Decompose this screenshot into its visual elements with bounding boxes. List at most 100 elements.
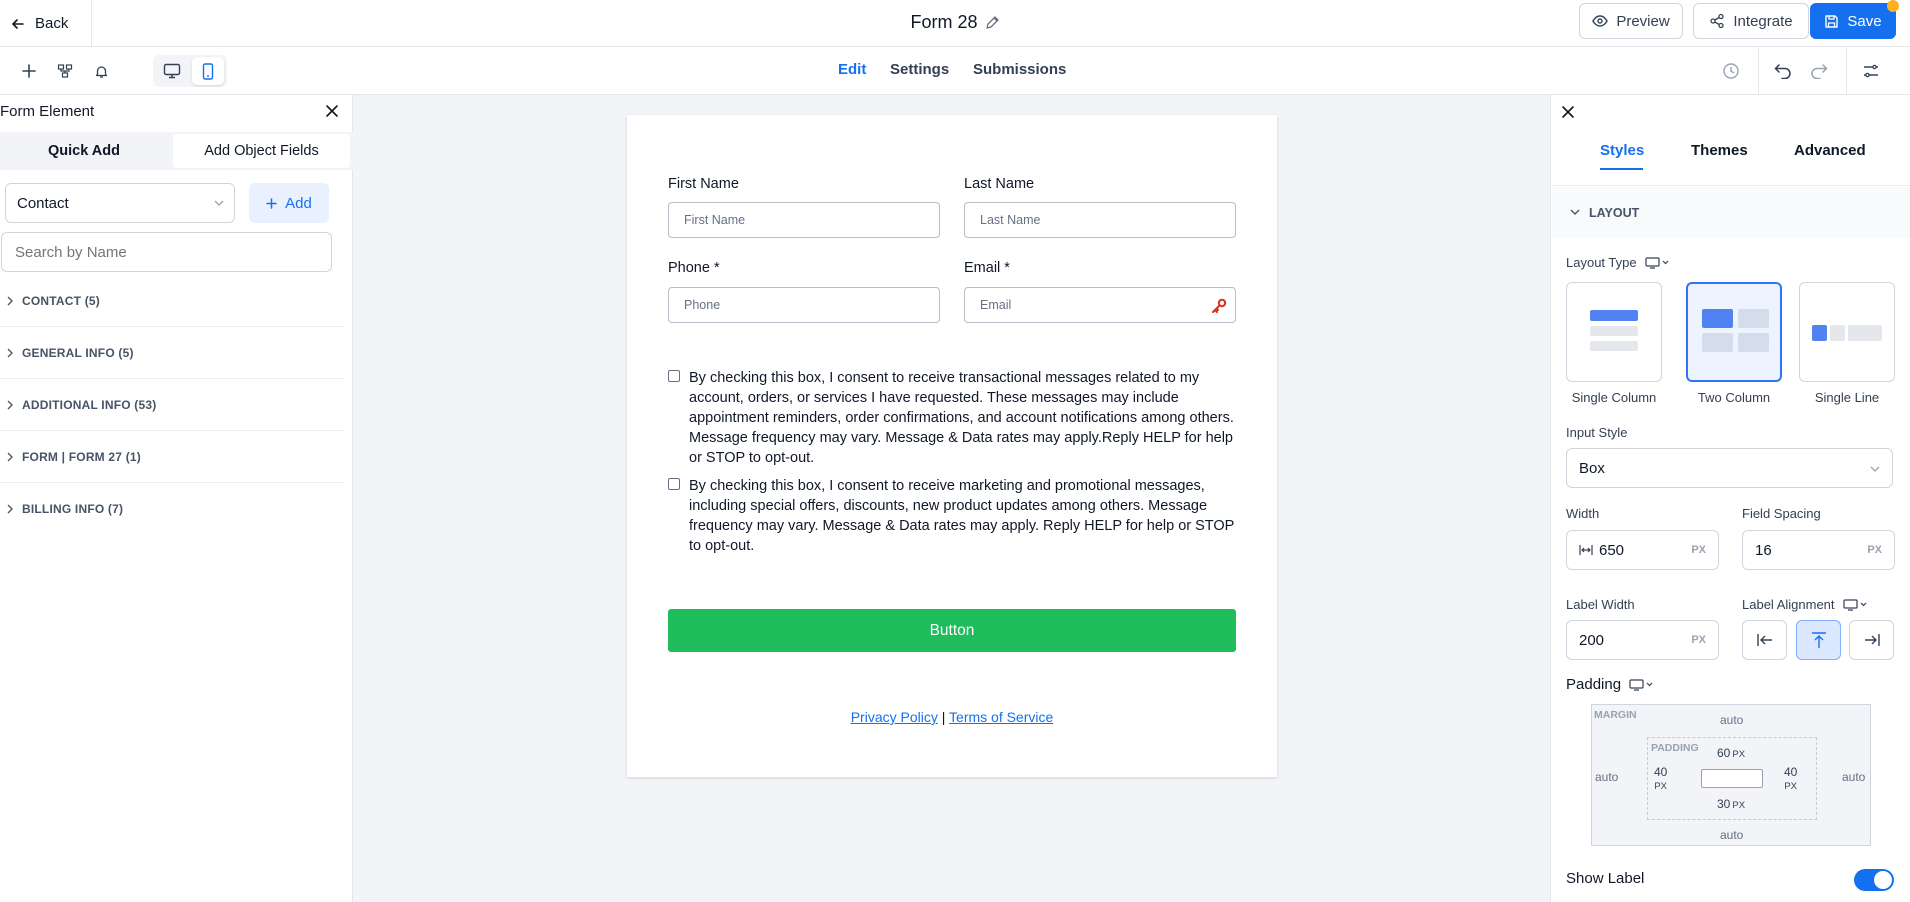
category-general-info[interactable]: GENERAL INFO (5) xyxy=(0,327,345,379)
padding-bottom-number: 30 xyxy=(1717,797,1731,811)
layout-preview-bar xyxy=(1738,309,1769,328)
terms-of-service-link[interactable]: Terms of Service xyxy=(949,709,1053,725)
tab-styles[interactable]: Styles xyxy=(1600,142,1644,159)
tab-settings[interactable]: Settings xyxy=(890,61,949,78)
margin-bottom-value[interactable]: auto xyxy=(1720,828,1743,842)
close-panel-icon[interactable] xyxy=(1561,105,1575,124)
phone-input[interactable]: Phone xyxy=(668,287,940,323)
label-width-input[interactable]: 200 PX xyxy=(1566,620,1719,660)
layout-preview-bar xyxy=(1590,326,1638,336)
chevron-right-icon xyxy=(7,400,13,409)
undo-icon[interactable] xyxy=(1769,57,1797,85)
margin-right-value[interactable]: auto xyxy=(1842,770,1865,784)
desktop-icon[interactable] xyxy=(1629,678,1653,691)
category-contact[interactable]: CONTACT (5) xyxy=(0,275,345,327)
preview-button[interactable]: Preview xyxy=(1579,3,1683,39)
layout-two-column-caption: Two Column xyxy=(1697,390,1771,405)
layout-single-column[interactable] xyxy=(1566,282,1662,382)
notification-dot xyxy=(1887,0,1899,12)
add-field-button[interactable]: Add xyxy=(249,183,329,223)
left-tabs: Quick Add Add Object Fields xyxy=(0,132,353,170)
mobile-icon xyxy=(202,62,214,80)
mobile-view-button[interactable] xyxy=(192,57,224,85)
desktop-view-button[interactable] xyxy=(156,57,188,85)
label-width-value: 200 xyxy=(1579,631,1605,649)
unit-label: PX xyxy=(1867,544,1882,556)
align-left-button[interactable] xyxy=(1742,620,1787,660)
preview-label: Preview xyxy=(1616,12,1670,30)
consent-transactional-checkbox[interactable] xyxy=(668,370,680,382)
layout-section-header[interactable]: LAYOUT xyxy=(1552,187,1910,238)
padding-right-value[interactable]: 40 PX xyxy=(1784,766,1797,793)
sub-toolbar: Edit Settings Submissions xyxy=(0,47,1910,95)
category-form-27[interactable]: FORM | FORM 27 (1) xyxy=(0,431,345,483)
layout-preview-bar xyxy=(1590,310,1638,321)
key-icon xyxy=(1212,298,1227,313)
layout-preview-bar xyxy=(1590,341,1638,351)
layout-single-line[interactable] xyxy=(1799,282,1895,382)
align-top-button[interactable] xyxy=(1796,620,1841,660)
width-value: 650 xyxy=(1599,541,1625,559)
desktop-icon xyxy=(163,63,181,79)
show-label-toggle[interactable] xyxy=(1854,869,1894,891)
consent-marketing-checkbox[interactable] xyxy=(668,478,680,490)
tab-submissions[interactable]: Submissions xyxy=(973,61,1066,78)
desktop-icon[interactable] xyxy=(1644,256,1669,269)
desktop-icon[interactable] xyxy=(1842,598,1867,611)
align-right-icon xyxy=(1864,634,1880,646)
field-spacing-input[interactable]: 16 PX xyxy=(1742,530,1895,570)
layers-icon[interactable] xyxy=(51,57,79,85)
object-select-value: Contact xyxy=(17,194,69,212)
email-input[interactable]: Email xyxy=(964,287,1236,323)
divider xyxy=(1551,185,1910,186)
align-right-button[interactable] xyxy=(1849,620,1894,660)
width-input[interactable]: 650 PX xyxy=(1566,530,1719,570)
bell-icon[interactable] xyxy=(87,57,115,85)
padding-left-value[interactable]: 40 PX xyxy=(1654,766,1667,793)
tab-themes[interactable]: Themes xyxy=(1691,142,1748,159)
unit-label: PX xyxy=(1691,544,1706,556)
divider xyxy=(1758,47,1759,95)
privacy-policy-link[interactable]: Privacy Policy xyxy=(851,709,938,725)
padding-text: Padding xyxy=(1566,676,1622,693)
input-style-select[interactable]: Box xyxy=(1566,448,1893,488)
category-additional-info[interactable]: ADDITIONAL INFO (53) xyxy=(0,379,345,431)
styles-panel: Styles Themes Advanced LAYOUT Layout Typ… xyxy=(1550,95,1910,902)
pencil-icon[interactable] xyxy=(984,15,1000,31)
unit-label: PX xyxy=(1654,781,1668,792)
tab-quick-add[interactable]: Quick Add xyxy=(0,132,168,170)
margin-left-value[interactable]: auto xyxy=(1595,770,1618,784)
divider xyxy=(1846,47,1847,95)
first-name-label: First Name xyxy=(668,176,739,192)
margin-box: MARGIN auto auto auto auto PADDING 60 PX … xyxy=(1591,704,1871,846)
layout-preview-bar xyxy=(1738,333,1769,352)
margin-caption: MARGIN xyxy=(1594,709,1637,721)
padding-label: Padding xyxy=(1566,676,1653,693)
padding-bottom-value[interactable]: 30 PX xyxy=(1717,797,1745,811)
input-style-value: Box xyxy=(1579,459,1605,477)
add-element-icon[interactable] xyxy=(15,57,43,85)
redo-icon[interactable] xyxy=(1805,57,1833,85)
first-name-input[interactable]: First Name xyxy=(668,202,940,238)
chevron-right-icon xyxy=(7,296,13,305)
plus-icon xyxy=(266,197,277,209)
integrate-button[interactable]: Integrate xyxy=(1693,3,1809,39)
margin-top-value[interactable]: auto xyxy=(1720,713,1743,727)
search-input[interactable] xyxy=(1,232,332,272)
top-bar: Back Form 28 Preview Integrate Save xyxy=(0,0,1910,47)
padding-caption: PADDING xyxy=(1651,742,1699,754)
last-name-input[interactable]: Last Name xyxy=(964,202,1236,238)
save-button[interactable]: Save xyxy=(1810,0,1899,39)
close-icon[interactable] xyxy=(325,104,339,123)
submit-button[interactable]: Button xyxy=(668,609,1236,652)
show-label-text: Show Label xyxy=(1566,870,1645,887)
padding-top-value[interactable]: 60 PX xyxy=(1717,746,1745,760)
object-select[interactable]: Contact xyxy=(5,183,235,223)
layout-two-column[interactable] xyxy=(1686,282,1782,382)
tab-add-object-fields[interactable]: Add Object Fields xyxy=(173,134,350,168)
category-billing-info[interactable]: BILLING INFO (7) xyxy=(0,483,345,535)
tab-advanced[interactable]: Advanced xyxy=(1794,142,1866,159)
history-icon[interactable] xyxy=(1717,57,1745,85)
tab-edit[interactable]: Edit xyxy=(838,61,866,78)
settings-sliders-icon[interactable] xyxy=(1857,57,1885,85)
